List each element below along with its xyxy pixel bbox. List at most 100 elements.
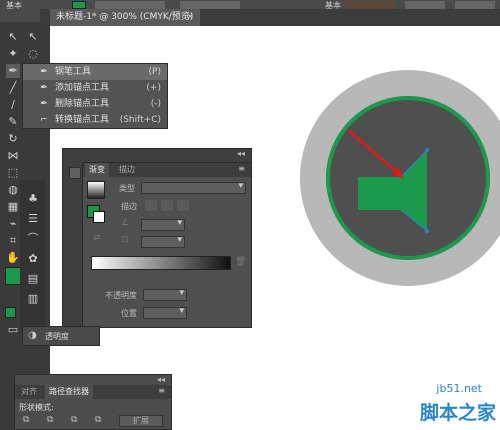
location-label: 位置 [121,309,137,318]
free-transform-tool-icon[interactable]: ⬚ [6,166,20,180]
convert-anchor-icon: ⌐ [40,115,48,125]
panel-collapse-icon[interactable]: ◂◂ [237,149,245,158]
transparency-panel-tab[interactable]: ◑ 透明度 [22,326,100,346]
strip-icon[interactable]: ♣ [26,192,40,206]
gradient-thumbnail[interactable] [87,181,105,199]
flyout-item-label: 钢笔工具 [55,67,92,77]
line-tool-icon[interactable]: ╱ [6,81,20,95]
trash-icon[interactable]: 🗑 [235,257,246,267]
style-dropdown[interactable] [405,1,445,9]
document-tab[interactable]: 未标题-1* @ 300% (CMYK/预览) × [50,9,200,26]
doc-setup-button[interactable] [455,1,495,9]
artboard-tool-icon[interactable]: ⌗ [6,234,20,248]
lasso-tool-icon[interactable]: ◌ [26,47,40,61]
transparency-label: 透明度 [45,332,69,341]
strip-icon[interactable]: ☰ [26,212,40,226]
strip-icon[interactable]: ▥ [26,292,40,306]
angle-dropdown[interactable] [141,218,185,231]
pen-tool-icon[interactable]: ✒ [6,64,20,78]
pathfinder-panel: ◂◂ 对齐 路径查找器 ≡ 形状模式: ⧉ ⧉ ⧉ ⧉ 扩展 [14,374,172,430]
type-label: 类型 [119,184,135,193]
location-dropdown[interactable] [143,306,187,319]
rotate-tool-icon[interactable]: ↻ [6,132,20,146]
minus-front-icon[interactable]: ⧉ [47,415,53,425]
panel-menu-icon[interactable]: ≡ [158,386,165,395]
flyout-item-add-anchor[interactable]: ✒ 添加锚点工具 (+) [23,80,167,96]
direct-selection-tool-icon[interactable]: ↖ [26,30,40,44]
flyout-item-convert-anchor[interactable]: ⌐ 转换锚点工具 (Shift+C) [23,112,167,128]
gradient-panel-tabs: 渐变 描边 ≡ [83,163,251,177]
selection-tool-icon[interactable]: ↖ [6,30,20,44]
color-mode-swatch[interactable] [5,307,16,318]
width-tool-icon[interactable]: ⋈ [6,149,20,163]
flyout-item-shortcut: (-) [150,99,161,109]
close-tab-icon[interactable]: × [186,9,194,26]
strip-icon[interactable]: ⌒ [26,232,40,246]
expand-button[interactable]: 扩展 [119,415,163,427]
flyout-item-pen[interactable]: ✒ 钢笔工具 (P) [23,64,167,80]
stroke-swatch-small[interactable] [93,211,105,223]
strip-icon[interactable]: ✿ [26,252,40,266]
flyout-item-shortcut: (+) [146,83,161,93]
pen-icon: ✒ [40,67,48,77]
flyout-item-label: 添加锚点工具 [55,83,110,93]
strip-icon[interactable]: ▤ [26,272,40,286]
opacity-dropdown[interactable] [143,288,187,301]
flyout-item-delete-anchor[interactable]: ✒ 删除锚点工具 (-) [23,96,167,112]
eyedropper-tool-icon[interactable]: ⌁ [6,217,20,231]
brush-dropdown[interactable] [180,1,240,9]
fill-swatch[interactable] [5,267,21,285]
speaker-box-shape [358,177,403,210]
shape-modes-label: 形状模式: [19,403,54,412]
transparency-icon: ◑ [28,330,37,341]
gradient-panel: 渐变 描边 ≡ 类型 描边 ∠ ⊡ ⇄ 🗑 不透明度 位置 [82,162,252,328]
unite-icon[interactable]: ⧉ [23,415,29,425]
gradient-slider-bar[interactable] [91,256,231,270]
tab-gradient[interactable]: 渐变 [85,163,109,177]
stroke-option-icon[interactable] [145,200,157,211]
hand-tool-icon[interactable]: ✋ [6,251,20,265]
workspace-label-left: 基本 [6,1,22,10]
tab-stroke[interactable]: 描边 [115,163,139,177]
paintbrush-tool-icon[interactable]: ∕ [6,98,20,112]
watermark: jb51.net 脚本之家 [388,382,500,430]
stroke-option-icon[interactable] [161,200,173,211]
pen-tool-flyout: ✒ 钢笔工具 (P) ✒ 添加锚点工具 (+) ✒ 删除锚点工具 (-) ⌐ 转… [22,63,168,129]
gradient-type-dropdown[interactable] [141,181,246,194]
aspect-ratio-icon: ⊡ [121,235,129,245]
flyout-item-label: 删除锚点工具 [55,99,110,109]
screen-mode-icon[interactable]: ▭ [6,323,20,337]
magic-wand-tool-icon[interactable]: ✦ [6,47,20,61]
reverse-gradient-icon[interactable]: ⇄ [93,233,101,243]
panel-menu-icon[interactable]: ≡ [238,164,245,173]
pathfinder-tabs: 对齐 路径查找器 ≡ [15,385,171,399]
watermark-site: jb51.net [436,382,482,395]
stroke-dropdown[interactable] [95,1,165,9]
document-tab-title: 未标题-1* @ 300% (CMYK/预览) [56,12,194,22]
tab-align[interactable]: 对齐 [17,385,41,399]
angle-icon: ∠ [121,218,130,228]
speaker-artwork[interactable] [300,60,500,310]
stroke-label: 描边 [121,202,137,211]
anchor-point [425,148,429,152]
tab-pathfinder[interactable]: 路径查找器 [45,385,93,399]
watermark-brand: 脚本之家 [419,402,496,424]
fill-color-swatch[interactable] [72,1,86,9]
perspective-tool-icon[interactable]: ▦ [6,200,20,214]
panel-collapse-icon[interactable]: ◂◂ [157,375,165,384]
flyout-item-shortcut: (P) [148,67,161,77]
flyout-item-shortcut: (Shift+C) [119,115,161,125]
opacity-label: 不透明度 [105,291,137,300]
flyout-item-label: 转换锚点工具 [55,115,110,125]
exclude-icon[interactable]: ⧉ [95,415,101,425]
aspect-ratio-dropdown[interactable] [141,235,185,248]
stroke-option-icon[interactable] [177,200,189,211]
pencil-tool-icon[interactable]: ✎ [6,115,20,129]
panel-toggle-icon[interactable] [69,167,81,179]
delete-anchor-icon: ✒ [40,99,48,109]
add-anchor-icon: ✒ [40,83,48,93]
shape-builder-tool-icon[interactable]: ◍ [6,183,20,197]
opacity-field[interactable] [345,1,395,9]
anchor-point [425,229,429,233]
intersect-icon[interactable]: ⧉ [71,415,77,425]
